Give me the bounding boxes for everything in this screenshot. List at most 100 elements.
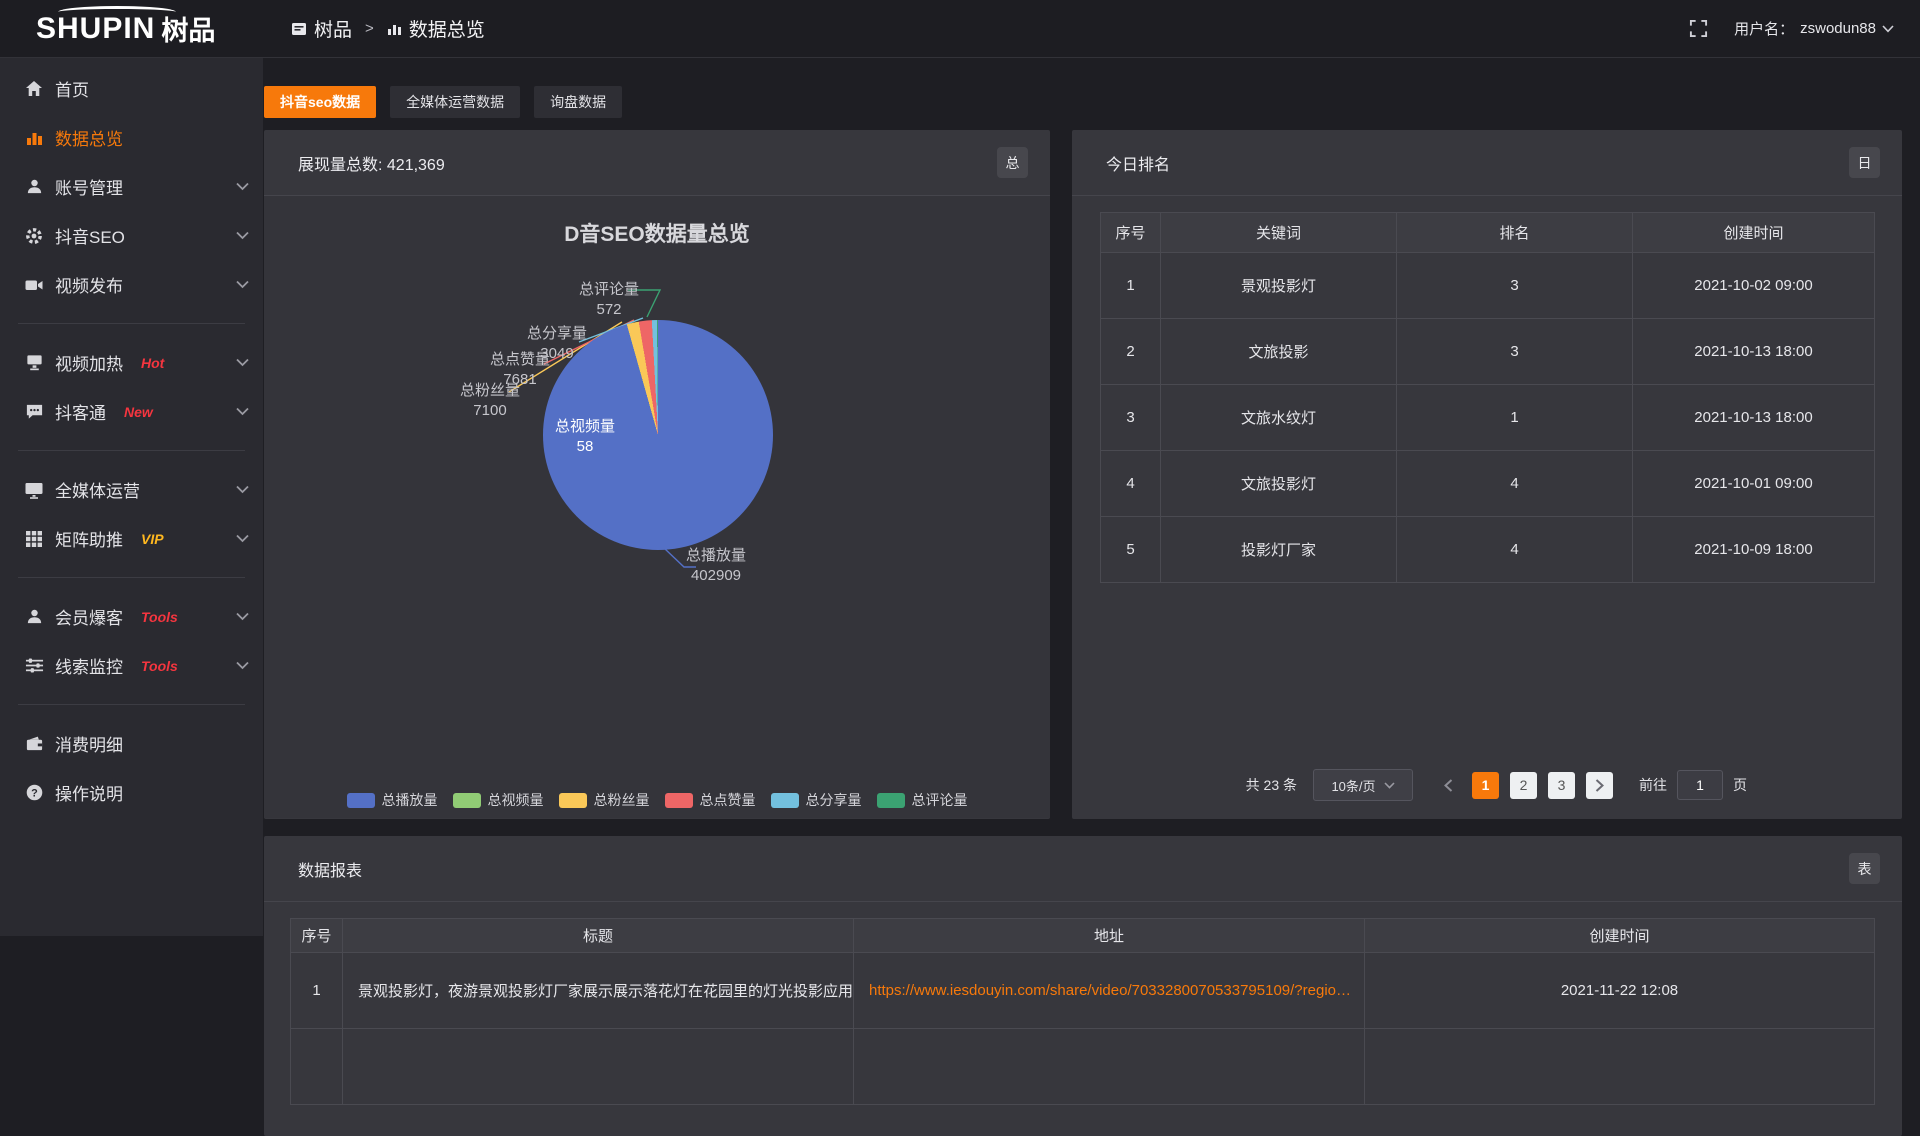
- app-logo: SHUPIN 树品: [0, 9, 263, 48]
- chat-icon: [24, 402, 44, 422]
- legend-item-likes[interactable]: 总点赞量: [665, 790, 756, 810]
- wallet-icon: [24, 734, 44, 754]
- breadcrumb-separator: >: [365, 20, 374, 37]
- next-page-button[interactable]: [1586, 772, 1613, 799]
- page-button-2[interactable]: 2: [1510, 772, 1537, 799]
- pie-label-comments: 总评论量572: [579, 280, 639, 320]
- report-panel-title: 数据报表: [298, 857, 362, 881]
- legend-item-comments[interactable]: 总评论量: [877, 790, 968, 810]
- sidebar-divider: [18, 577, 245, 578]
- data-source-tabs: 抖音seo数据 全媒体运营数据 询盘数据: [264, 86, 622, 118]
- user-menu[interactable]: 用户名： zswodun88: [1734, 18, 1894, 39]
- sidebar: 首页 数据总览 账号管理 抖音SEO 视频发布 视频加热 Hot 抖客通 New…: [0, 58, 263, 936]
- chevron-down-icon: [236, 358, 249, 367]
- chevron-down-icon: [1882, 25, 1894, 33]
- sidebar-item-clue-monitor[interactable]: 线索监控 Tools: [0, 641, 263, 690]
- gear-icon: [24, 226, 44, 246]
- pie-label-videos: 总视频量58: [555, 417, 615, 457]
- chevron-down-icon: [1384, 782, 1395, 789]
- legend-item-plays[interactable]: 总播放量: [347, 790, 438, 810]
- table-row: [291, 1029, 1875, 1105]
- chevron-down-icon: [236, 182, 249, 191]
- tools-badge: Tools: [141, 609, 178, 625]
- video-url-link[interactable]: https://www.iesdouyin.com/share/video/70…: [869, 982, 1351, 999]
- overview-total-title: 展现量总数: 421,369: [298, 151, 445, 175]
- chevron-down-icon: [236, 485, 249, 494]
- tab-inquiry-data[interactable]: 询盘数据: [534, 86, 622, 118]
- table-row: 2 文旅投影 3 2021-10-13 18:00: [1101, 319, 1875, 385]
- vip-badge: VIP: [141, 531, 164, 547]
- table-row: 1 景观投影灯 3 2021-10-02 09:00: [1101, 253, 1875, 319]
- total-view-button[interactable]: 总: [997, 147, 1028, 178]
- ranking-table: 序号 关键词 排名 创建时间 1 景观投影灯 3 2021-10-02 09:0…: [1100, 212, 1875, 583]
- sidebar-divider: [18, 323, 245, 324]
- pie-label-plays: 总播放量402909: [686, 546, 746, 586]
- report-icon: [291, 21, 307, 37]
- main-content: 抖音seo数据 全媒体运营数据 询盘数据 展现量总数: 421,369 总 D音…: [263, 58, 1920, 936]
- breadcrumb-root[interactable]: 树品: [291, 15, 352, 42]
- logo-arc: [58, 6, 176, 18]
- sidebar-item-matrix-boost[interactable]: 矩阵助推 VIP: [0, 514, 263, 563]
- sidebar-item-home[interactable]: 首页: [0, 64, 263, 113]
- hot-badge: Hot: [141, 355, 164, 371]
- legend-swatch: [559, 793, 587, 808]
- breadcrumb-current[interactable]: 数据总览: [387, 15, 485, 42]
- bar-chart-icon: [24, 128, 44, 148]
- tab-media-operation-data[interactable]: 全媒体运营数据: [390, 86, 520, 118]
- page-size-select[interactable]: 10条/页: [1313, 769, 1413, 801]
- table-row: 5 投影灯厂家 4 2021-10-09 18:00: [1101, 517, 1875, 583]
- sidebar-item-douyin-seo[interactable]: 抖音SEO: [0, 211, 263, 260]
- page-button-1[interactable]: 1: [1472, 772, 1499, 799]
- breadcrumb: 树品 > 数据总览: [291, 15, 485, 42]
- goto-page: 前往 页: [1639, 770, 1747, 800]
- overview-panel: 展现量总数: 421,369 总 D音SEO数据量总览 总评论量572 总分享量…: [264, 130, 1050, 819]
- sidebar-item-consumption-detail[interactable]: 消费明细: [0, 719, 263, 768]
- tools-badge: Tools: [141, 658, 178, 674]
- report-panel: 数据报表 表 序号 标题 地址 创建时间 1 景观投影灯，夜游景观投影灯厂家展示…: [264, 836, 1902, 1136]
- legend-swatch: [453, 793, 481, 808]
- video-camera-icon: [24, 275, 44, 295]
- legend-swatch: [771, 793, 799, 808]
- sidebar-item-instructions[interactable]: ? 操作说明: [0, 768, 263, 817]
- chevron-down-icon: [236, 661, 249, 670]
- legend-item-shares[interactable]: 总分享量: [771, 790, 862, 810]
- day-view-button[interactable]: 日: [1849, 147, 1880, 178]
- sidebar-item-account[interactable]: 账号管理: [0, 162, 263, 211]
- sidebar-item-member-baoke[interactable]: 会员爆客 Tools: [0, 592, 263, 641]
- chevron-down-icon: [236, 231, 249, 240]
- report-table: 序号 标题 地址 创建时间 1 景观投影灯，夜游景观投影灯厂家展示展示落花灯在花…: [290, 918, 1875, 1105]
- legend-item-fans[interactable]: 总粉丝量: [559, 790, 650, 810]
- ranking-panel: 今日排名 日 序号 关键词 排名 创建时间 1 景观投影灯 3 2021-10-…: [1072, 130, 1902, 819]
- screen-icon: [24, 353, 44, 373]
- home-icon: [24, 79, 44, 99]
- svg-text:?: ?: [31, 787, 38, 799]
- table-view-button[interactable]: 表: [1849, 853, 1880, 884]
- sidebar-item-video-heat[interactable]: 视频加热 Hot: [0, 338, 263, 387]
- tab-douyin-seo-data[interactable]: 抖音seo数据: [264, 86, 376, 118]
- prev-page-button[interactable]: [1435, 772, 1461, 798]
- pagination-total: 共 23 条: [1246, 775, 1297, 795]
- chevron-right-icon: [1595, 779, 1604, 792]
- sidebar-item-data-overview[interactable]: 数据总览: [0, 113, 263, 162]
- page-button-3[interactable]: 3: [1548, 772, 1575, 799]
- sidebar-item-video-publish[interactable]: 视频发布: [0, 260, 263, 309]
- chevron-down-icon: [236, 534, 249, 543]
- logo-text-cn: 树品: [161, 9, 215, 48]
- sidebar-item-media-operation[interactable]: 全媒体运营: [0, 465, 263, 514]
- sliders-icon: [24, 656, 44, 676]
- user-icon: [24, 177, 44, 197]
- legend-item-videos[interactable]: 总视频量: [453, 790, 544, 810]
- new-badge: New: [124, 404, 153, 420]
- overview-panel-header: 展现量总数: 421,369 总: [264, 130, 1050, 196]
- bar-chart-icon: [387, 21, 402, 36]
- fullscreen-icon[interactable]: [1689, 19, 1708, 38]
- goto-page-input[interactable]: [1677, 770, 1723, 800]
- sidebar-item-doketong[interactable]: 抖客通 New: [0, 387, 263, 436]
- member-icon: [24, 607, 44, 627]
- chart-legend: 总播放量 总视频量 总粉丝量 总点赞量 总分享量: [264, 790, 1050, 810]
- table-row: 4 文旅投影灯 4 2021-10-01 09:00: [1101, 451, 1875, 517]
- table-row: 1 景观投影灯，夜游景观投影灯厂家展示展示落花灯在花园里的灯光投影应用效果 # …: [291, 953, 1875, 1029]
- chevron-left-icon: [1444, 779, 1453, 792]
- username-value: zswodun88: [1800, 20, 1876, 37]
- sidebar-divider: [18, 450, 245, 451]
